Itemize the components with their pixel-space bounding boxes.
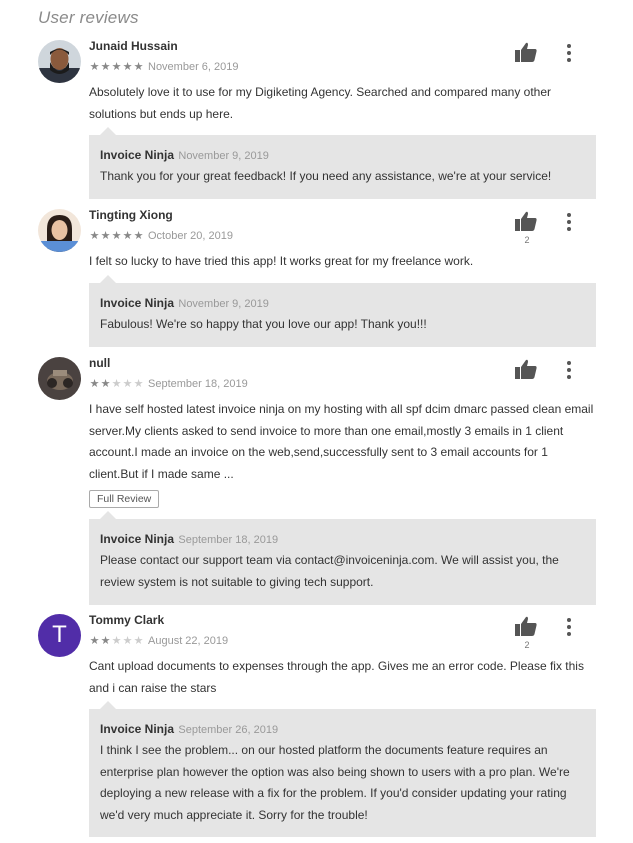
star-icon: ★ (133, 377, 144, 390)
star-icon: ★ (111, 377, 122, 390)
reply-date: September 26, 2019 (178, 724, 279, 736)
review-author: Tingting Xiong (89, 208, 173, 222)
star-icon: ★ (122, 634, 133, 647)
review-text: I have self hosted latest invoice ninja … (89, 402, 594, 481)
star-icon: ★ (111, 60, 122, 73)
star-icon: ★ (122, 229, 133, 242)
reply-author: Invoice Ninja (100, 296, 175, 310)
star-icon: ★ (100, 60, 111, 73)
more-options-icon[interactable] (563, 361, 575, 379)
review-author: Tommy Clark (89, 613, 165, 627)
reply-author: Invoice Ninja (100, 148, 175, 162)
review-date: August 22, 2019 (148, 635, 229, 647)
thumbs-up-icon[interactable] (515, 211, 537, 231)
developer-reply: Invoice Ninja September 18, 2019 Please … (89, 519, 596, 605)
review-date: November 6, 2019 (148, 61, 239, 73)
reply-date: September 18, 2019 (178, 534, 279, 546)
star-icon: ★ (89, 60, 100, 73)
review-author: Junaid Hussain (89, 39, 178, 53)
star-icon: ★ (100, 634, 111, 647)
review-author: null (89, 356, 111, 370)
star-icon: ★ (133, 60, 144, 73)
avatar[interactable]: T (38, 614, 81, 657)
developer-reply: Invoice Ninja November 9, 2019 Fabulous!… (89, 283, 596, 347)
review-text: Cant upload documents to expenses throug… (89, 659, 584, 695)
star-icon: ★ (100, 377, 111, 390)
star-icon: ★ (89, 229, 100, 242)
full-review-button[interactable]: Full Review (89, 490, 160, 508)
star-icon: ★ (122, 377, 133, 390)
like-count: 2 (524, 235, 530, 245)
review-date: September 18, 2019 (148, 378, 248, 390)
star-rating: ★ ★ ★ ★ ★ (89, 60, 144, 73)
star-icon: ★ (100, 229, 111, 242)
review-date: October 20, 2019 (148, 230, 234, 242)
like-count: 2 (524, 640, 530, 650)
star-icon: ★ (111, 229, 122, 242)
reply-text: Thank you for your great feedback! If yo… (100, 169, 552, 183)
thumbs-up-icon[interactable] (515, 359, 537, 379)
reply-text: Please contact our support team via cont… (100, 553, 559, 589)
star-icon: ★ (133, 634, 144, 647)
more-options-icon[interactable] (563, 44, 575, 62)
star-icon: ★ (89, 634, 100, 647)
reply-author: Invoice Ninja (100, 722, 175, 736)
developer-reply: Invoice Ninja November 9, 2019 Thank you… (89, 135, 596, 199)
reply-text: I think I see the problem... on our host… (100, 743, 570, 822)
avatar[interactable] (38, 357, 81, 400)
star-icon: ★ (89, 377, 100, 390)
reply-text: Fabulous! We're so happy that you love o… (100, 317, 427, 331)
more-options-icon[interactable] (563, 213, 575, 231)
star-rating: ★ ★ ★ ★ ★ (89, 229, 144, 242)
reply-date: November 9, 2019 (178, 150, 269, 162)
reply-author: Invoice Ninja (100, 532, 175, 546)
star-icon: ★ (133, 229, 144, 242)
review-text: I felt so lucky to have tried this app! … (89, 254, 474, 268)
star-rating: ★ ★ ★ ★ ★ (89, 377, 144, 390)
avatar[interactable] (38, 40, 81, 83)
section-title: User reviews (38, 8, 139, 27)
star-rating: ★ ★ ★ ★ ★ (89, 634, 144, 647)
avatar[interactable] (38, 209, 81, 252)
avatar-letter: T (52, 623, 67, 648)
thumbs-up-icon[interactable] (515, 42, 537, 62)
reply-date: November 9, 2019 (178, 298, 269, 310)
more-options-icon[interactable] (563, 618, 575, 636)
review-text: Absolutely love it to use for my Digiket… (89, 85, 552, 121)
developer-reply: Invoice Ninja September 26, 2019 I think… (89, 709, 596, 837)
star-icon: ★ (111, 634, 122, 647)
thumbs-up-icon[interactable] (515, 616, 537, 636)
star-icon: ★ (122, 60, 133, 73)
